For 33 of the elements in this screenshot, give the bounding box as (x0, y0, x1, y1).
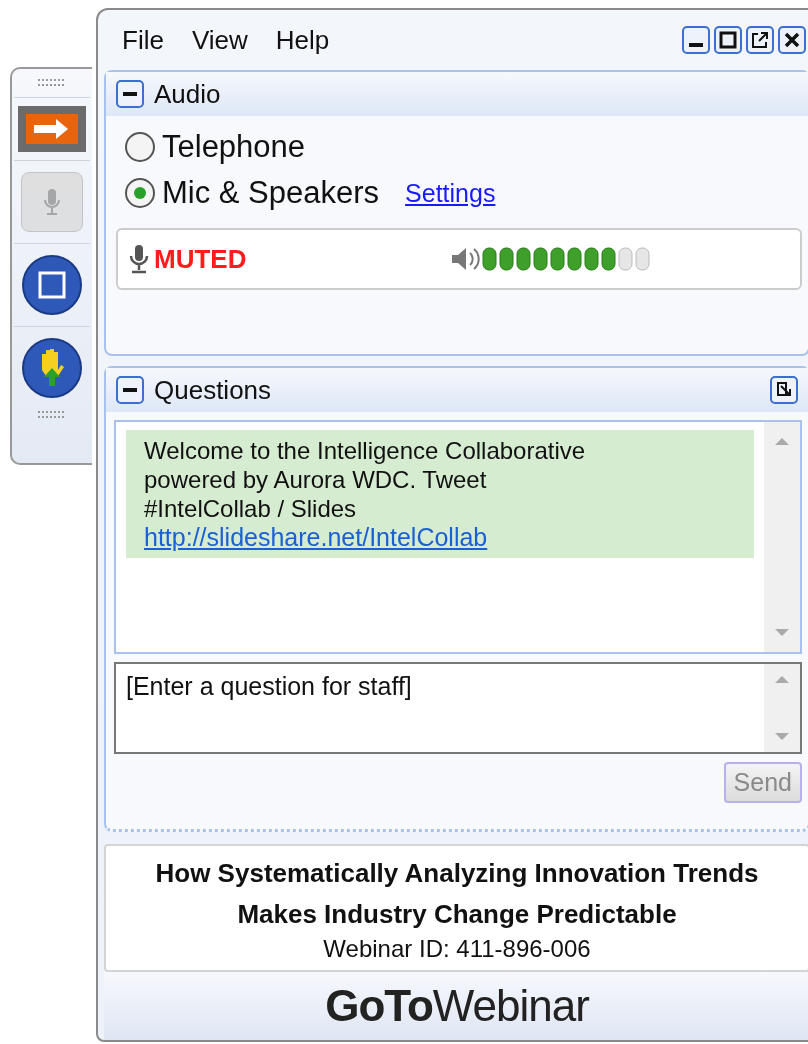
option-label: Mic & Speakers (162, 175, 380, 211)
speaker-icon (450, 245, 482, 273)
pop-out-icon[interactable] (746, 26, 774, 54)
webinar-id: Webinar ID: 411-896-006 (323, 935, 591, 963)
maximize-icon[interactable] (714, 26, 742, 54)
close-icon[interactable] (778, 26, 806, 54)
panel-title: Questions (154, 374, 272, 406)
logo: GoToWebinar (325, 981, 589, 1031)
screen-icon (22, 255, 82, 315)
microphone-icon (42, 187, 62, 217)
panel-title: Audio (154, 78, 221, 110)
menu-item[interactable]: Help (275, 24, 330, 56)
raise-hand-button[interactable] (22, 338, 82, 398)
arrow-button[interactable] (18, 106, 86, 152)
microphone-icon (128, 244, 150, 274)
muted-label: MUTED (154, 243, 248, 275)
pop-out-icon[interactable] (770, 376, 798, 404)
radio-button[interactable] (124, 177, 156, 209)
raise-hand-icon (22, 338, 82, 398)
menu-item[interactable]: File (122, 24, 164, 56)
grip-icon[interactable] (38, 79, 66, 87)
collapse-icon[interactable] (116, 376, 144, 404)
settings-link[interactable]: Settings (405, 178, 496, 208)
minimize-icon[interactable] (682, 26, 710, 54)
message-text: Welcome to the Intelligence Collaborative powered by Aurora WDC. Tweet #IntelCollab / Slides (144, 436, 587, 523)
menu-item[interactable]: View (191, 24, 248, 56)
grip-icon[interactable] (38, 411, 66, 419)
option-label: Telephone (162, 129, 306, 165)
radio-button[interactable] (124, 131, 156, 163)
collapse-icon[interactable] (116, 80, 144, 108)
screen-button[interactable] (22, 255, 82, 315)
webinar-title: How Systematically Analyzing Innovation Trends Makes Industry Change Predictable (154, 857, 760, 931)
slides-link[interactable]: http://slideshare.net/IntelCollab (144, 523, 488, 552)
